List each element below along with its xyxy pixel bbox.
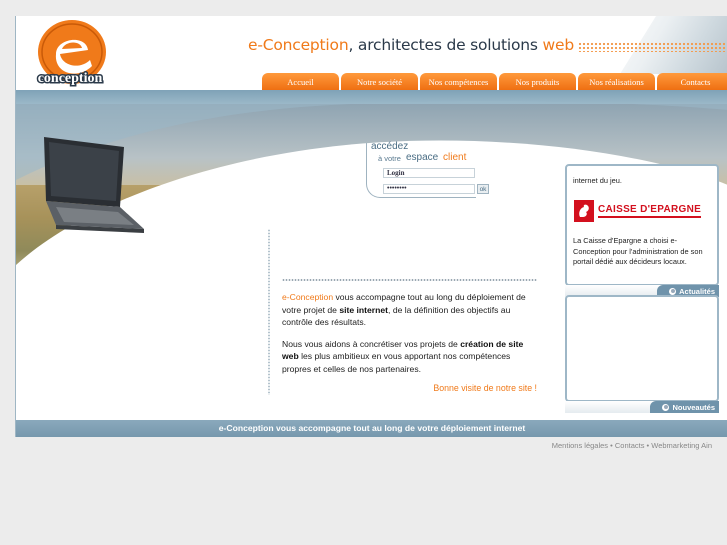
- tab-contacts[interactable]: Contacts: [657, 73, 727, 90]
- footer-webmarketing[interactable]: Webmarketing Ain: [651, 441, 712, 450]
- squirrel-icon: [574, 200, 594, 222]
- footer-separator: •: [608, 441, 615, 450]
- footer-mentions-legales[interactable]: Mentions légales: [552, 441, 608, 450]
- intro-paragraph-1: e-Conception vous accompagne tout au lon…: [282, 291, 540, 329]
- visit-message: Bonne visite de notre site !: [433, 383, 537, 393]
- vertical-dotted-divider: [268, 229, 270, 395]
- tab-accueil[interactable]: Accueil: [262, 73, 339, 90]
- login-field[interactable]: Login: [383, 168, 475, 178]
- updates-panel: [565, 295, 719, 402]
- e-conception-logo[interactable]: conception: [20, 18, 120, 88]
- footer-links: Mentions légales • Contacts • Webmarketi…: [520, 441, 712, 450]
- login-heading-a-votre: à votre: [378, 154, 401, 163]
- nouveautes-label: Nouveautés: [672, 402, 715, 412]
- bullet-icon: [669, 287, 677, 295]
- tab-nos-produits[interactable]: Nos produits: [499, 73, 576, 90]
- main-nav: Accueil Notre société Nos compétences No…: [262, 73, 727, 90]
- laptop-image: [44, 137, 144, 233]
- login-ok-button[interactable]: ok: [477, 184, 489, 194]
- site-frame: conception e-Conception, architectes de …: [15, 16, 727, 437]
- caisse-epargne-logo[interactable]: CAISSE D'EPARGNE: [574, 199, 708, 223]
- horizontal-dotted-divider: [282, 279, 537, 281]
- logo-wordmark: conception: [38, 71, 103, 86]
- tab-nos-competences[interactable]: Nos compétences: [420, 73, 497, 90]
- tab-notre-societe[interactable]: Notre société: [341, 73, 418, 90]
- news-top-text: internet du jeu.: [573, 176, 622, 185]
- nouveautes-link[interactable]: Nouveautés: [650, 401, 719, 413]
- news-panel: internet du jeu. CAISSE D'EPARGNE La Cai…: [565, 164, 719, 286]
- intro-brand: e-Conception: [282, 292, 334, 302]
- caisse-epargne-wordmark: CAISSE D'EPARGNE: [598, 204, 702, 218]
- tagline-middle: , architectes de solutions: [348, 36, 543, 54]
- login-heading-accedez: accédez: [371, 141, 409, 152]
- login-heading-client: client: [443, 152, 467, 163]
- footer-contacts[interactable]: Contacts: [615, 441, 645, 450]
- intro-p2-c: les plus ambitieux en vous apportant nos…: [282, 351, 511, 374]
- tagline-web: web: [542, 36, 575, 54]
- bullet-icon: [662, 403, 670, 411]
- page: conception e-Conception, architectes de …: [0, 0, 727, 545]
- intro-p1-b: site internet: [339, 304, 389, 315]
- news-body: La Caisse d'Epargne a choisi e-Conceptio…: [573, 236, 703, 266]
- updates-panel-footer: Nouveautés: [565, 401, 719, 413]
- intro-p2-a: Nous vous aidons à concrétiser vos proje…: [282, 338, 461, 349]
- login-heading-espace: espace: [406, 152, 439, 163]
- password-field[interactable]: ••••••••: [383, 184, 475, 194]
- tab-nos-realisations[interactable]: Nos réalisations: [578, 73, 655, 90]
- tagline-dots: [578, 42, 726, 52]
- tagline-brand: e-Conception: [248, 36, 349, 54]
- site-tagline: e-Conception, architectes de solutions w…: [248, 36, 574, 54]
- bottom-banner: e-Conception vous accompagne tout au lon…: [16, 420, 727, 437]
- intro-paragraph-2: Nous vous aidons à concrétiser vos proje…: [282, 338, 540, 376]
- intro-text: e-Conception vous accompagne tout au lon…: [282, 291, 540, 385]
